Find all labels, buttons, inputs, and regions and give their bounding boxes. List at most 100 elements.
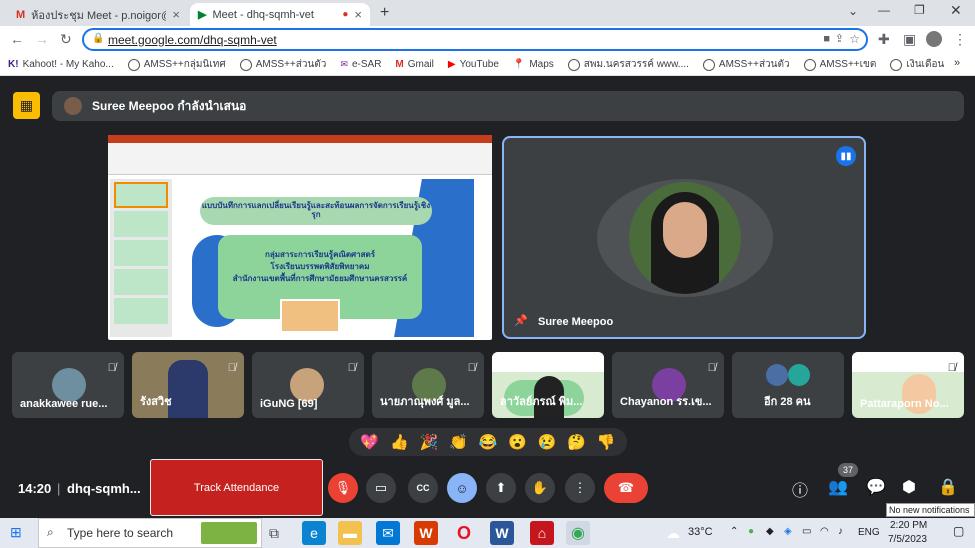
back-icon[interactable]: ← [10, 31, 24, 47]
present-button[interactable]: ⬆ [486, 473, 516, 503]
pin-icon[interactable]: 📌 [514, 314, 528, 327]
reaction-party[interactable]: 🎉 [420, 433, 439, 451]
participant-tile[interactable]: 🎙̸ anakkawee rue... [12, 352, 124, 418]
bookmark-amss-personal[interactable]: AMSS++ส่วนตัว [239, 57, 326, 72]
info-button[interactable]: ⓘ [792, 477, 808, 501]
speaker-tile[interactable]: ▮▮ 📌 Suree Meepoo [502, 136, 866, 339]
esar-icon: ✉ [340, 59, 348, 69]
weather-temp[interactable]: 33°C [688, 526, 713, 538]
wifi-icon[interactable]: ◠ [820, 526, 829, 537]
tab-meet[interactable]: ▶ Meet - dhq-sqmh-vet ● × [190, 3, 370, 26]
file-explorer-icon[interactable]: ▬ [338, 521, 362, 545]
tray-chevron-icon[interactable]: ⌃ [730, 526, 738, 537]
present-screen-icon: ⬆ [495, 480, 507, 495]
close-icon[interactable]: × [172, 7, 180, 22]
sidebar-icon[interactable]: ▣ [903, 31, 916, 48]
leave-call-button[interactable]: ☎ [604, 473, 648, 503]
more-bookmarks-icon[interactable]: » [954, 57, 960, 69]
participant-tile[interactable]: 🎙̸ iGuNG [69] [252, 352, 364, 418]
network-icon[interactable]: ▭ [802, 526, 811, 537]
others-tile[interactable]: อีก 28 คน [732, 352, 844, 418]
info-icon: ⓘ [792, 483, 809, 500]
chat-button[interactable]: 💬 [866, 477, 886, 497]
captions-button[interactable]: CC [408, 473, 438, 503]
close-icon[interactable]: × [354, 7, 362, 22]
camera-button[interactable]: ▭ [366, 473, 396, 503]
bookmark-esar[interactable]: ✉ e-SAR [340, 59, 381, 70]
people-button[interactable]: 👥 [828, 477, 848, 497]
people-icon: 👥 [828, 479, 848, 496]
participant-tile[interactable]: 🎙̸ รังสวิช [132, 352, 244, 418]
opera-icon[interactable]: O [452, 521, 476, 545]
close-window-icon[interactable]: ✕ [950, 2, 962, 19]
wps-icon[interactable]: W [414, 521, 438, 545]
mic-off-button[interactable]: 🎙 [328, 473, 358, 503]
activities-icon: ⬢ [902, 479, 916, 496]
profile-avatar[interactable] [926, 31, 942, 47]
input-language[interactable]: ENG [858, 527, 880, 538]
host-controls-button[interactable]: 🔒 [938, 477, 958, 497]
bookmarks-bar: K! Kahoot! - My Kaho... AMSS++กลุ่มนิเทศ … [0, 54, 975, 76]
track-attendance-button[interactable]: Track Attendance [150, 459, 323, 516]
tray-app-icon[interactable]: ● [748, 526, 754, 537]
reaction-heart[interactable]: 💖 [360, 433, 379, 451]
windows-start-icon[interactable]: ⊞ [10, 524, 22, 541]
reaction-sad[interactable]: 😢 [538, 433, 557, 451]
mail-icon[interactable]: ✉ [376, 521, 400, 545]
reaction-laugh[interactable]: 😂 [479, 433, 498, 451]
participant-tile[interactable]: ลาวัลย์ภรณ์ พิม... [492, 352, 604, 418]
reload-icon[interactable]: ↻ [60, 31, 72, 48]
acrobat-icon[interactable]: ⌂ [530, 521, 554, 545]
bookmark-maps[interactable]: 📍 Maps [513, 59, 554, 70]
camera-icon[interactable]: ■ [823, 33, 830, 45]
reaction-thumbs-up[interactable]: 👍 [390, 433, 409, 451]
avatar [629, 182, 741, 294]
reaction-clap[interactable]: 👏 [449, 433, 468, 451]
reaction-thinking[interactable]: 🤔 [567, 433, 586, 451]
globe-icon [567, 58, 580, 71]
emoji-button[interactable]: ☺ [447, 473, 477, 503]
tab-gmail[interactable]: M ห้องประชุม Meet - p.noigor@gmail × [8, 3, 188, 26]
edge-icon[interactable]: e [302, 521, 326, 545]
tray-app-icon[interactable]: ◈ [784, 526, 792, 537]
reaction-thumbs-down[interactable]: 👎 [597, 433, 616, 451]
presentation-icon[interactable]: ▦ [13, 92, 40, 119]
bookmark-amss-nites[interactable]: AMSS++กลุ่มนิเทศ [127, 57, 226, 72]
meeting-code[interactable]: dhq-sqmh... [67, 481, 141, 496]
reaction-surprised[interactable]: 😮 [508, 433, 527, 451]
extensions-icon[interactable]: ✚ [878, 31, 890, 48]
notification-icon[interactable]: ▢ [953, 524, 964, 538]
chevron-down-icon[interactable]: ⌄ [848, 4, 858, 18]
bookmark-gmail[interactable]: M Gmail [395, 59, 433, 70]
taskbar-date[interactable]: 7/5/2023 [888, 534, 927, 545]
tray-app-icon[interactable]: ◆ [766, 526, 774, 537]
star-icon[interactable]: ☆ [849, 32, 860, 46]
new-tab-icon[interactable]: + [380, 4, 389, 22]
taskbar-search[interactable]: ⌕ Type here to search [38, 518, 262, 548]
more-options-button[interactable]: ⋮ [565, 473, 595, 503]
weather-icon: ☁ [666, 525, 680, 541]
bookmark-spm[interactable]: สพม.นครสวรรค์ www.... [567, 57, 689, 72]
minimize-icon[interactable]: — [878, 3, 890, 17]
raise-hand-button[interactable]: ✋ [525, 473, 555, 503]
bookmark-amss-khet[interactable]: AMSS++เขต [803, 57, 876, 72]
task-view-icon[interactable]: ⧉ [262, 521, 286, 545]
participant-tile[interactable]: 🎙̸ Chayanon รร.เข... [612, 352, 724, 418]
speaker-icon[interactable]: ♪ [838, 526, 843, 537]
bookmark-salary[interactable]: เงินเดือน [890, 57, 944, 72]
address-bar[interactable]: 🔒 meet.google.com/dhq-sqmh-vet ■ ⇪ ☆ [82, 28, 868, 51]
forward-icon[interactable]: → [35, 31, 49, 47]
bookmark-youtube[interactable]: ▶ YouTube [448, 59, 499, 70]
share-icon[interactable]: ⇪ [835, 32, 844, 45]
participant-tile[interactable]: 🎙̸ นายภาณุพงศ์ มูล... [372, 352, 484, 418]
menu-icon[interactable]: ⋮ [953, 31, 967, 48]
maximize-icon[interactable]: ❐ [914, 3, 925, 17]
bookmark-amss-personal-2[interactable]: AMSS++ส่วนตัว [702, 57, 790, 72]
chrome-icon[interactable]: ◉ [566, 521, 590, 545]
activities-button[interactable]: ⬢ [902, 477, 916, 497]
word-icon[interactable]: W [490, 521, 514, 545]
taskbar-clock[interactable]: 2:20 PM [890, 520, 927, 531]
presenter-bar: Suree Meepoo กำลังนำเสนอ [52, 91, 964, 121]
participant-tile[interactable]: 🎙̸ Pattaraporn No... [852, 352, 964, 418]
bookmark-kahoot[interactable]: K! Kahoot! - My Kaho... [8, 59, 114, 70]
